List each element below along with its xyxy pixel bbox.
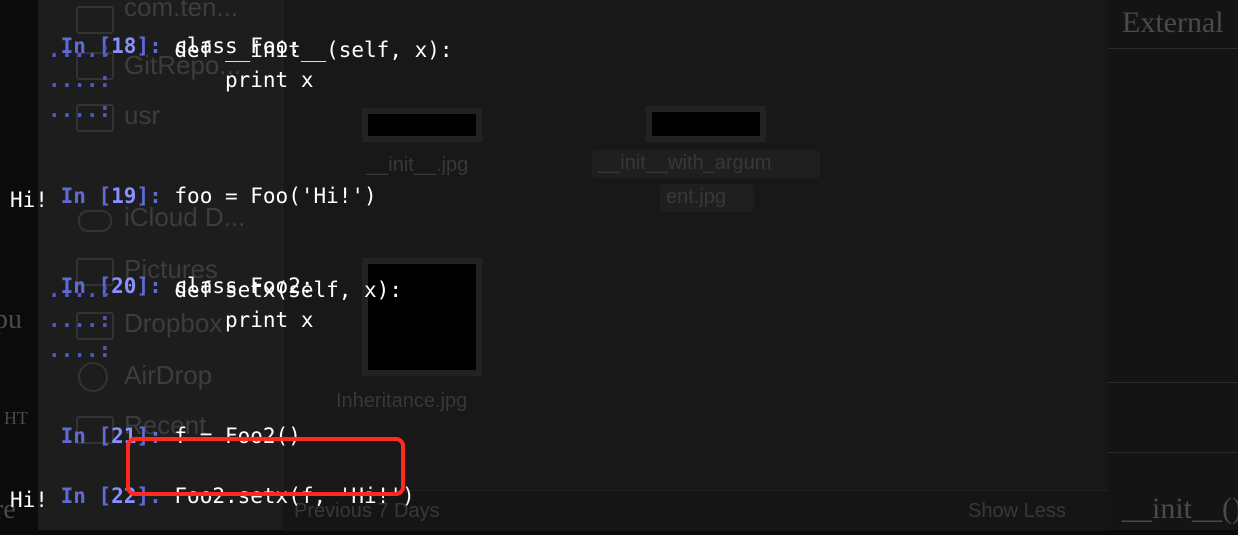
continuation-prompt: ....: [10,338,112,362]
continuation-prompt: ....: [10,68,112,92]
input-cell-18: In [18]: class Foo: [10,7,301,58]
code-line: print x [123,68,314,92]
input-prompt: In [ [60,484,112,508]
continuation-prompt: ....: [10,38,112,62]
input-prompt: In [ [60,184,112,208]
highlight-annotation-box [126,437,405,496]
execution-count: 19 [111,184,137,208]
code-line: foo = Foo('Hi!') [174,184,377,208]
continuation-line: ....: [10,97,111,123]
continuation-line: ....: def __init__(self, x): [10,37,453,63]
input-cell-21: In [21]: f = Foo2() [10,397,301,448]
continuation-line: ....: [10,337,111,363]
ipython-terminal[interactable]: In [18]: class Foo: ....: def __init__(s… [0,0,1238,530]
input-cell-20: In [20]: class Foo2: [10,247,314,298]
input-prompt: In [ [60,424,112,448]
output-line: Hi! [10,188,48,212]
continuation-line: ....: print x [10,307,314,333]
continuation-line: ....: def setx(self, x): [10,277,402,303]
code-line: def __init__(self, x): [123,38,453,62]
continuation-prompt: ....: [10,308,112,332]
continuation-prompt: ....: [10,278,112,302]
code-line: def setx(self, x): [123,278,402,302]
output-line: Hi! [10,488,48,512]
continuation-line: ....: print x [10,67,314,93]
continuation-prompt: ....: [10,98,112,122]
input-prompt-close: ]: [136,184,162,208]
input-cell-19: In [19]: foo = Foo('Hi!') [10,157,377,208]
code-line: print x [123,308,314,332]
